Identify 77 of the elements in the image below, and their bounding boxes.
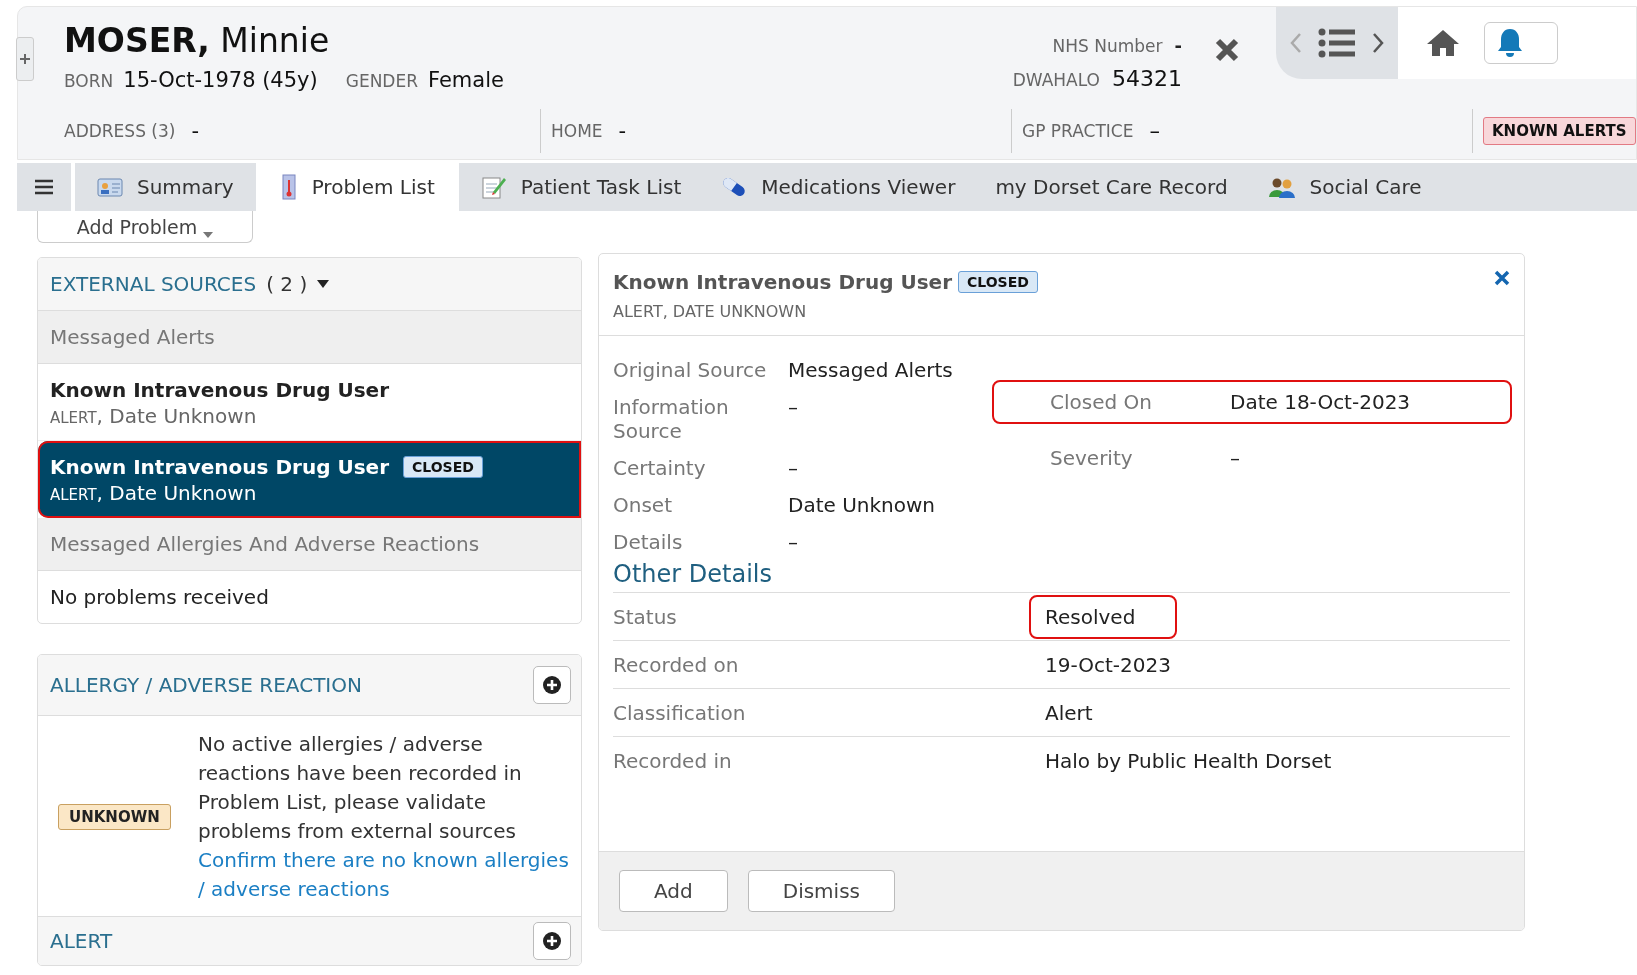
field-value: 19-Oct-2023 [1044, 651, 1172, 679]
detail-subtitle: ALERT, DATE UNKNOWN [613, 302, 808, 321]
field-label: Original Source [613, 358, 768, 382]
status-badge: CLOSED [958, 271, 1038, 293]
contact-value: - [191, 119, 199, 143]
gender-label: GENDER [345, 71, 418, 91]
local-id-label: DWAHALO [1012, 70, 1100, 90]
field-label: Onset [613, 493, 673, 517]
source-count: ( 2 ) [266, 272, 308, 296]
add-allergy-button[interactable] [533, 666, 571, 704]
expand-button[interactable] [16, 37, 34, 81]
field-label: Details [613, 530, 684, 554]
add-problem-button[interactable]: Add Problem [37, 211, 253, 243]
plus-circle-icon [543, 676, 561, 694]
field-value: – [788, 456, 798, 480]
field-value: Messaged Alerts [788, 358, 953, 382]
known-alerts-badge[interactable]: KNOWN ALERTS [1483, 117, 1636, 145]
field-value: – [788, 395, 798, 421]
status-badge: UNKNOWN [58, 804, 171, 830]
field-value: Alert [1044, 699, 1094, 727]
panel-title: ALERT [50, 929, 113, 953]
thermometer-icon [279, 174, 298, 200]
contact-label: ADDRESS (3) [64, 121, 176, 141]
born-label: BORN [64, 71, 114, 91]
field-value: – [788, 530, 798, 554]
action-button[interactable]: Add [619, 870, 728, 912]
tab[interactable]: Problem List [255, 163, 459, 211]
field-label: Closed On [1050, 390, 1153, 414]
menu-icon [35, 179, 53, 195]
home-icon[interactable] [1426, 28, 1460, 58]
confirm-link[interactable]: Confirm there are no known allergies / adverse reactions [198, 846, 569, 904]
field-label: Severity [1050, 446, 1134, 470]
born-value: 15-Oct-1978 (45y) [123, 68, 318, 92]
caret-icon[interactable] [317, 280, 330, 288]
notifications-button[interactable] [1484, 22, 1558, 64]
group-heading: Messaged Allergies And Adverse Reactions [38, 518, 581, 571]
panel-title: ALLERGY / ADVERSE REACTION [50, 673, 362, 697]
field-value: Resolved [1031, 596, 1176, 637]
field-label: Status [613, 604, 678, 629]
field-value: Date 18-Oct-2023 [1230, 390, 1411, 414]
contact-label: GP PRACTICE [1022, 121, 1134, 141]
empty-message: No problems received [49, 584, 270, 611]
field-label: Recorded in [613, 748, 733, 773]
problem-item[interactable]: Known Intravenous Drug User CLOSED ALERT, Date Unknown [38, 441, 581, 518]
nhs-number-value: - [1174, 35, 1182, 56]
contact-value: - [618, 119, 627, 143]
allergy-message: No active allergies / adverse reactions have been recorded in Problem List, please validate problems from external sources [198, 731, 523, 845]
gender-value: Female [428, 68, 504, 92]
add-alert-button[interactable] [533, 922, 571, 960]
list-icon[interactable] [1318, 28, 1356, 58]
local-id-value: 54321 [1112, 66, 1182, 91]
panel-title[interactable]: EXTERNAL SOURCES [50, 272, 257, 296]
action-button[interactable]: Dismiss [747, 870, 895, 912]
people-icon [1267, 176, 1296, 198]
section-heading: Other Details [613, 560, 1510, 593]
close-icon[interactable] [1214, 37, 1240, 63]
detail-title: Known Intravenous Drug User [613, 270, 952, 294]
contact-value: – [1149, 119, 1160, 143]
close-icon[interactable] [1494, 270, 1510, 286]
group-heading: Messaged Alerts [38, 311, 581, 364]
caret-icon [203, 232, 214, 238]
id-card-icon [97, 176, 123, 198]
plus-icon [19, 53, 31, 65]
bell-icon [1497, 28, 1523, 58]
field-value: – [1230, 446, 1240, 470]
field-label: Information Source [613, 395, 730, 443]
nhs-number-label: NHS Number [1052, 36, 1163, 56]
plus-circle-icon [543, 932, 561, 950]
next-icon[interactable] [1370, 31, 1385, 55]
field-value: Date Unknown [788, 493, 935, 517]
field-value: Halo by Public Health Dorset [1044, 747, 1333, 775]
contact-label: HOME [551, 121, 603, 141]
field-label: Classification [613, 700, 747, 725]
field-label: Certainty [613, 456, 707, 480]
field-label: Recorded on [613, 652, 740, 677]
notepad-icon [480, 174, 507, 200]
patient-name: MOSER, Minnie [64, 21, 331, 60]
